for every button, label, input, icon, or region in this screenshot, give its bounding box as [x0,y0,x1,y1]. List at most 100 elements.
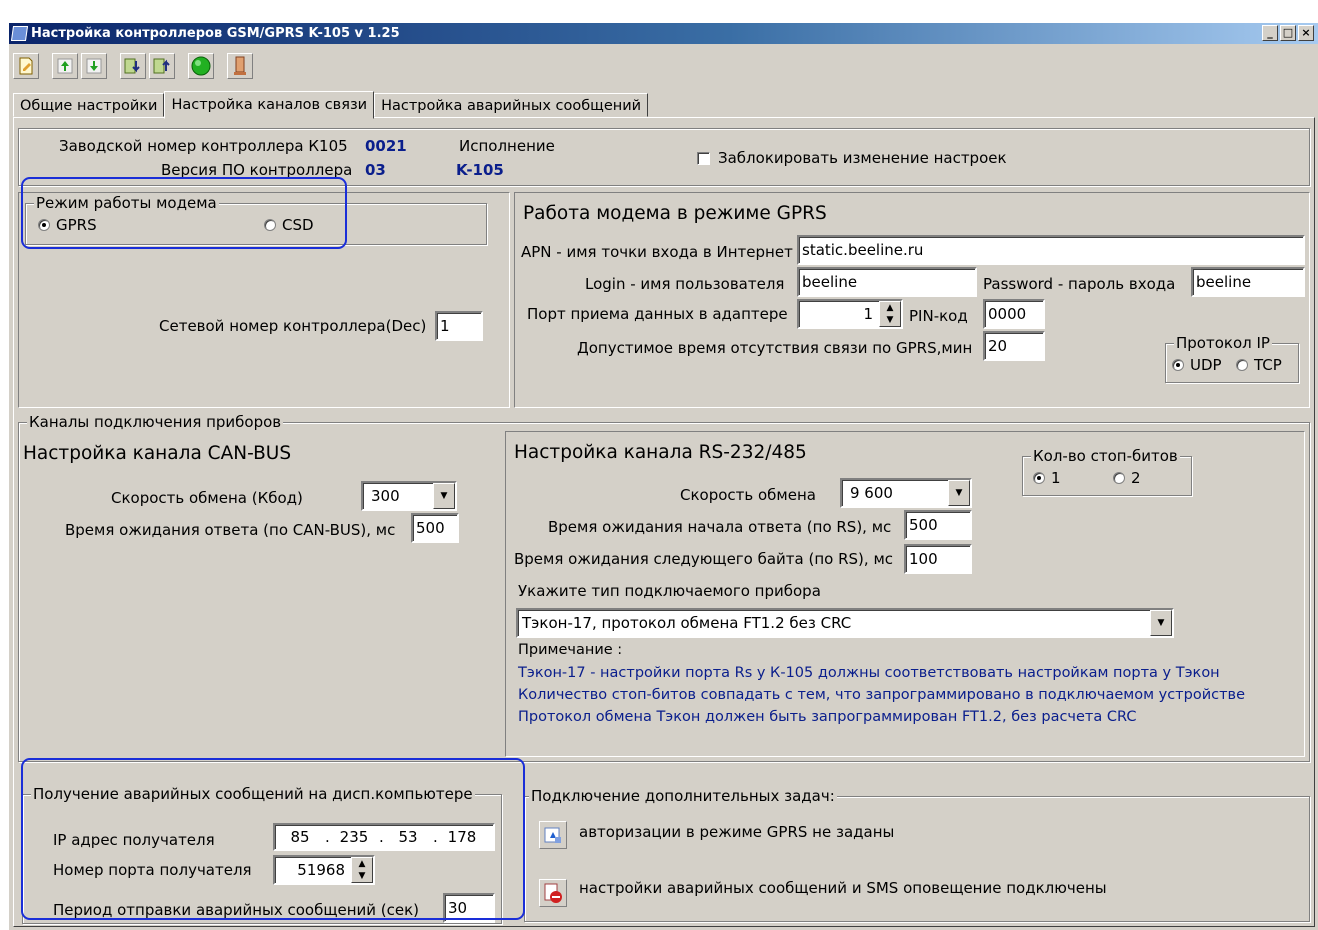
radio-dot[interactable] [264,219,276,231]
ip-octet-2[interactable]: 235 [329,828,379,846]
radio-dot[interactable] [1033,472,1045,484]
device-type-label: Укажите тип подключаемого прибора [518,582,821,600]
rs-title: Настройка канала RS-232/485 [514,442,807,463]
radio-stopbits-1[interactable]: 1 [1033,469,1061,487]
edit-icon[interactable] [13,53,39,79]
chevron-down-icon[interactable]: ▼ [948,480,970,506]
task-item-1: авторизации в режиме GPRS не заданы [579,823,895,841]
rs-speed-value: 9 600 [850,484,893,502]
app-window: Настройка контроллеров GSM/GPRS K-105 v … [8,22,1318,930]
radio-dot[interactable] [1172,359,1184,371]
can-speed-value: 300 [371,487,400,505]
alarm-group: Получение аварийных сообщений на дисп.ко… [22,785,502,924]
radio-gprs[interactable]: GPRS [38,216,97,234]
radio-tcp[interactable]: TCP [1236,356,1282,374]
tab-general[interactable]: Общие настройки [13,93,165,117]
radio-stopbits-2[interactable]: 2 [1113,469,1141,487]
tasks-legend: Подключение дополнительных задач: [529,787,837,805]
radio-csd-label: CSD [282,216,314,234]
note-line-2: Количество стоп-битов совпадать с тем, ч… [518,687,1246,703]
can-wait-label: Время ожидания ответа (по CAN-BUS), мс [65,521,396,539]
alarm-period-label: Период отправки аварийных сообщений (сек… [53,901,420,919]
import-icon[interactable] [120,53,146,79]
ip-octet-4[interactable]: 178 [437,828,487,846]
serial-value: 0021 [365,137,407,155]
lock-settings-checkbox[interactable]: Заблокировать изменение настроек [697,149,1007,167]
alarm-port-spinner[interactable]: 51968 ▲ ▼ [273,855,375,885]
checkbox-box[interactable] [697,151,710,165]
apn-input[interactable]: static.beeline.ru [797,235,1305,265]
alarm-ip-label: IP адрес получателя [53,831,215,849]
channels-group: Каналы подключения приборов Настройка ка… [18,413,1310,762]
radio-dot[interactable] [1236,359,1248,371]
pin-label: PIN-код [909,307,968,325]
rs-start-label: Время ожидания начала ответа (по RS), мс [548,518,892,536]
tab-alarms[interactable]: Настройка аварийных сообщений [374,93,649,117]
ip-octet-1[interactable]: 85 [275,828,325,846]
fw-value: 03 [365,161,386,179]
login-label: Login - имя пользователя [585,275,785,293]
alarm-ip-input[interactable]: 85 . 235 . 53 . 178 [273,823,495,851]
can-wait-input[interactable]: 500 [411,513,459,543]
gprs-title: Работа модема в режиме GPRS [523,203,827,224]
note-line-1: Тэкон-17 - настройки порта Rs у К-105 до… [518,665,1220,681]
can-speed-select[interactable]: 300 ▼ [361,481,457,511]
pin-input[interactable]: 0000 [983,299,1045,329]
alarm-period-input[interactable]: 30 [443,893,495,923]
rs-next-input[interactable]: 100 [904,544,972,574]
close-button[interactable]: × [1298,25,1314,41]
serial-label: Заводской номер контроллера К105 [59,137,348,155]
gprs-timeout-input[interactable]: 20 [983,331,1045,361]
alarm-legend: Получение аварийных сообщений на дисп.ко… [31,785,475,803]
arrow-down-icon[interactable] [81,53,107,79]
rs-speed-select[interactable]: 9 600 ▼ [840,478,972,508]
device-type-value: Тэкон-17, протокол обмена FT1.2 без CRC [522,614,852,632]
tab-channels[interactable]: Настройка каналов связи [164,91,375,119]
modem-mode-legend: Режим работы модема [34,194,219,212]
gprs-auth-icon[interactable] [539,821,567,849]
maximize-button[interactable]: □ [1280,25,1296,41]
radio-tcp-label: TCP [1254,356,1282,374]
radio-dot[interactable] [38,219,50,231]
password-input[interactable]: beeline [1191,267,1305,297]
login-input[interactable]: beeline [797,267,977,297]
title-bar[interactable]: Настройка контроллеров GSM/GPRS K-105 v … [9,23,1318,44]
note-label: Примечание : [518,642,623,658]
app-icon [10,26,29,41]
radio-gprs-label: GPRS [56,216,97,234]
spin-arrows-icon[interactable]: ▲ ▼ [879,301,901,327]
radio-dot[interactable] [1113,472,1125,484]
radio-stopbits-1-label: 1 [1051,469,1061,487]
net-number-input[interactable]: 1 [435,311,483,341]
stopbits-legend: Кол-во стоп-битов [1031,447,1180,465]
rs-panel: Настройка канала RS-232/485 Кол-во стоп-… [505,431,1305,757]
note-line-3: Протокол обмена Тэкон должен быть запрог… [518,709,1137,725]
port-spinner[interactable]: 1 ▲ ▼ [797,299,903,329]
device-type-select[interactable]: Тэкон-17, протокол обмена FT1.2 без CRC … [516,608,1174,638]
rs-start-input[interactable]: 500 [904,510,972,540]
password-label: Password - пароль входа [983,275,1176,293]
fw-label: Версия ПО контроллера [161,161,353,179]
radio-csd[interactable]: CSD [264,216,314,234]
connect-icon[interactable] [188,53,214,79]
gprs-panel: Работа модема в режиме GPRS APN - имя то… [514,192,1310,408]
minimize-button[interactable]: _ [1262,25,1278,41]
apn-label: APN - имя точки входа в Интернет [521,243,793,261]
window-title: Настройка контроллеров GSM/GPRS K-105 v … [31,26,400,41]
ip-octet-3[interactable]: 53 [383,828,433,846]
ip-protocol-group: Протокол IP UDP TCP [1165,334,1299,383]
chevron-down-icon[interactable]: ▼ [433,483,455,509]
export-icon[interactable] [149,53,175,79]
spin-arrows-icon[interactable]: ▲ ▼ [351,857,373,883]
chevron-down-icon[interactable]: ▼ [1150,610,1172,636]
alarm-sms-icon[interactable] [539,879,567,907]
task-item-2: настройки аварийных сообщений и SMS опов… [579,879,1107,897]
device-icon[interactable] [227,53,253,79]
radio-stopbits-2-label: 2 [1131,469,1141,487]
rs-next-label: Время ожидания следующего байта (по RS),… [514,550,894,568]
radio-udp[interactable]: UDP [1172,356,1222,374]
stopbits-group: Кол-во стоп-битов 1 2 [1022,447,1192,496]
arrow-up-icon[interactable] [52,53,78,79]
ip-protocol-legend: Протокол IP [1174,334,1272,352]
rs-speed-label: Скорость обмена [680,486,816,504]
